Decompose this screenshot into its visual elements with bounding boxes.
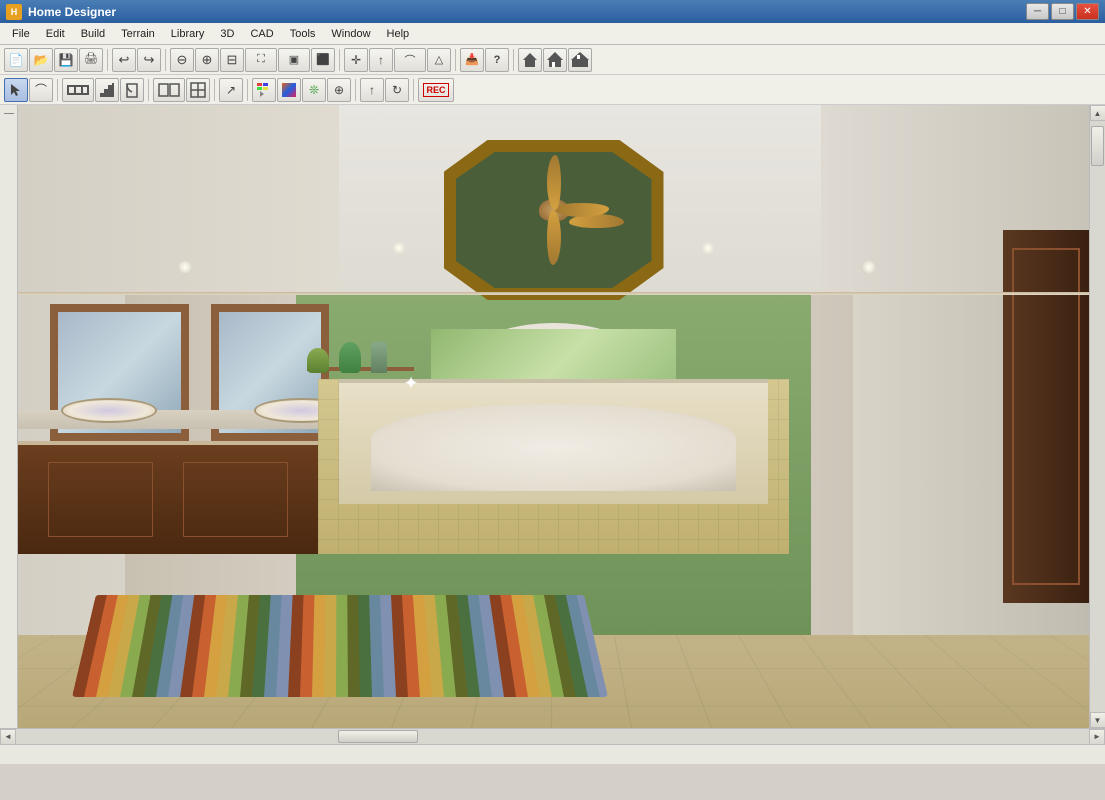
scroll-left-button[interactable]: ◄ [0,729,16,745]
shelf-item-2 [339,342,360,373]
record-button[interactable]: REC [418,78,454,102]
recessed-light-1 [179,261,191,273]
menu-tools[interactable]: Tools [282,26,324,42]
menu-library[interactable]: Library [163,26,213,42]
open-button[interactable]: 📂 [29,48,53,72]
app-title: Home Designer [28,5,1026,19]
save-button[interactable]: 💾 [54,48,78,72]
up-arrow-button[interactable]: ↑ [369,48,393,72]
close-button[interactable]: ✕ [1076,3,1099,20]
minimize-button[interactable]: ─ [1026,3,1049,20]
window-controls: ─ □ ✕ [1026,3,1099,20]
app-icon: H [6,4,22,20]
canvas-area[interactable]: ✦ [18,105,1089,728]
triangle-button[interactable]: △ [427,48,451,72]
crown-molding [18,292,1089,295]
zoom-in-button[interactable]: ⊕ [195,48,219,72]
toolbar-1: 📄 📂 💾 🖨 ↩ ↪ ⊖ ⊕ ⊟ ⛶ ▣ ⬛ ✛ ↑ ⌒ △ 📥 ? [0,45,1105,75]
sep7 [148,79,149,101]
plant-tool-button[interactable]: ❊ [302,78,326,102]
undo-button[interactable]: ↩ [112,48,136,72]
resize2-button[interactable]: ⬛ [311,48,335,72]
menu-cad[interactable]: CAD [242,26,281,42]
rug [72,595,608,697]
up-arrow2-button[interactable]: ↑ [360,78,384,102]
sep2 [165,49,166,71]
redo-button[interactable]: ↪ [137,48,161,72]
menu-terrain[interactable]: Terrain [113,26,163,42]
vanity-1 [18,441,318,553]
paint-tool-button[interactable] [252,78,276,102]
ceiling-fan [489,185,619,235]
sep4 [455,49,456,71]
title-bar: H Home Designer ─ □ ✕ [0,0,1105,23]
room-render: ✦ [18,105,1089,728]
right-cabinet [1003,230,1089,604]
stair-tool-button[interactable] [95,78,119,102]
menu-help[interactable]: Help [379,26,418,42]
scroll-thumb-vertical[interactable] [1091,126,1104,166]
sink-1 [61,398,157,423]
room-tool-button[interactable] [186,78,210,102]
wall-tool-button[interactable] [62,78,94,102]
select-tool-button[interactable] [4,78,28,102]
menu-edit[interactable]: Edit [38,26,73,42]
fill-window-button[interactable]: ⛶ [245,48,277,72]
scroll-up-button[interactable]: ▲ [1090,105,1105,121]
scrollbar-right: ▲ ▼ [1089,105,1105,728]
maximize-button[interactable]: □ [1051,3,1074,20]
menu-3d[interactable]: 3D [212,26,242,42]
menu-file[interactable]: File [4,26,38,42]
more-tool-button[interactable]: ⊕ [327,78,351,102]
new-button[interactable]: 📄 [4,48,28,72]
sep3 [339,49,340,71]
curve-button[interactable]: ⌒ [394,48,426,72]
scroll-track-horizontal [16,729,1089,744]
shelf-item-1 [307,348,328,373]
sep1 [107,49,108,71]
door-tool-button[interactable] [120,78,144,102]
rotate-button[interactable]: ↻ [385,78,409,102]
curve-tool-button[interactable]: ⌒ [29,78,53,102]
menu-bar: File Edit Build Terrain Library 3D CAD T… [0,23,1105,45]
scroll-down-button[interactable]: ▼ [1090,712,1105,728]
status-bar [0,744,1105,764]
sep10 [355,79,356,101]
print-button[interactable]: 🖨 [79,48,103,72]
scroll-track-vertical [1090,121,1105,712]
cabinet-tool-button[interactable] [153,78,185,102]
left-panel [0,105,18,728]
house3-button[interactable] [568,48,592,72]
help-button[interactable]: ? [485,48,509,72]
zoom-fit-button[interactable]: ⊖ [170,48,194,72]
house1-button[interactable] [518,48,542,72]
scroll-thumb-horizontal[interactable] [338,730,418,743]
sep5 [513,49,514,71]
house2-button[interactable] [543,48,567,72]
main-area: ✦ ▲ ▼ ◄ ► [0,105,1105,764]
sep9 [247,79,248,101]
recessed-light-4 [863,261,875,273]
scroll-right-button[interactable]: ► [1089,729,1105,745]
sep11 [413,79,414,101]
resize1-button[interactable]: ▣ [278,48,310,72]
pointer-tool-button[interactable]: ↗ [219,78,243,102]
sep6 [57,79,58,101]
star-decor: ✦ [404,373,419,394]
zoom-out-button[interactable]: ⊟ [220,48,244,72]
fan-blade-2 [547,210,561,265]
material-tool-button[interactable] [277,78,301,102]
toolbar-2: ⌒ ↗ ❊ ⊕ ↑ ↻ REC [0,75,1105,105]
menu-window[interactable]: Window [323,26,378,42]
fan-blade-4 [547,155,561,210]
import-button[interactable]: 📥 [460,48,484,72]
menu-build[interactable]: Build [73,26,113,42]
shelf-item-3 [371,342,387,373]
recessed-light-2 [393,242,405,254]
bottom-scrollbar: ◄ ► [0,728,1105,744]
tub-inside [371,404,735,491]
sep8 [214,79,215,101]
move-button[interactable]: ✛ [344,48,368,72]
